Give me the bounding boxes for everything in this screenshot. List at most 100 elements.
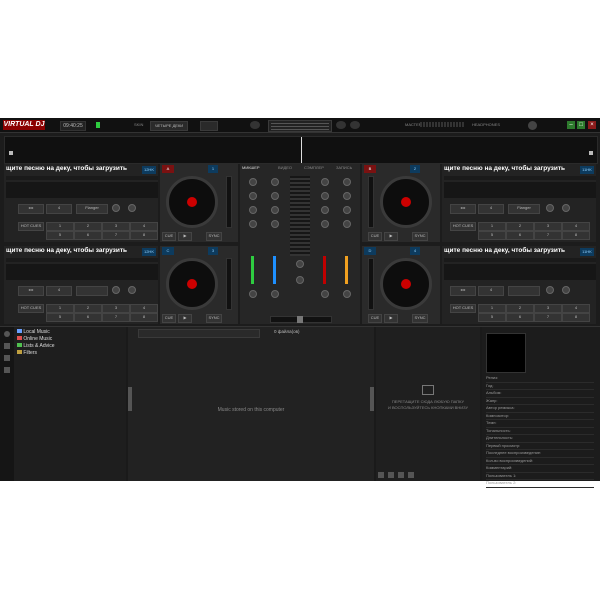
deck-c-fx-knob-1[interactable]	[112, 286, 120, 294]
channel-c-mid-knob[interactable]	[249, 206, 257, 214]
deck-b-sync-button[interactable]: SYNC	[412, 232, 428, 241]
pad-2[interactable]: 2	[506, 304, 534, 313]
pad-6[interactable]: 6	[74, 313, 102, 322]
deck-a-cue-button[interactable]: CUE	[162, 232, 176, 241]
close-button[interactable]: ×	[588, 121, 596, 129]
pad-5[interactable]: 5	[478, 313, 506, 322]
search-input[interactable]	[138, 329, 260, 338]
pad-4[interactable]: 4	[130, 222, 158, 231]
channel-d-gain-knob[interactable]	[343, 178, 351, 186]
playlist-icon[interactable]	[250, 121, 260, 129]
gear-icon[interactable]	[528, 121, 537, 130]
automix-icon[interactable]	[408, 472, 414, 478]
deck-c-loop-button[interactable]: ◂ ▸	[18, 286, 44, 296]
deck-c-play-button[interactable]: ▶	[178, 314, 192, 323]
channel-a-high-knob[interactable]	[271, 192, 279, 200]
deck-d-platter[interactable]	[380, 258, 432, 310]
pad-7[interactable]: 7	[534, 313, 562, 322]
deck-d-play-button[interactable]: ▶	[384, 314, 398, 323]
pad-3[interactable]: 3	[102, 304, 130, 313]
master-volume-knob[interactable]	[296, 260, 304, 268]
deck-c-platter[interactable]	[166, 258, 218, 310]
deck-b-fx-knob-2[interactable]	[562, 204, 570, 212]
sidebar-item-filters[interactable]: Filters	[17, 350, 37, 356]
deck-b-fx-select[interactable]: Flanger	[508, 204, 540, 214]
crossfader[interactable]	[270, 316, 332, 323]
deck-b-loop-size[interactable]: 4	[478, 204, 504, 214]
deck-d-loop-size[interactable]: 4	[478, 286, 504, 296]
channel-d-filter-knob[interactable]	[343, 290, 351, 298]
pad-2[interactable]: 2	[74, 222, 102, 231]
channel-d-low-knob[interactable]	[343, 220, 351, 228]
pad-3[interactable]: 3	[534, 222, 562, 231]
deck-d-sync-button[interactable]: SYNC	[412, 314, 428, 323]
pad-3[interactable]: 3	[534, 304, 562, 313]
sidepanel-toggle-left[interactable]	[128, 387, 132, 411]
sidebar-item-online-music[interactable]: Online Music	[17, 336, 52, 342]
deck-d-fx-knob-1[interactable]	[546, 286, 554, 294]
deck-b-cue-button[interactable]: CUE	[368, 232, 382, 241]
deck-a-fx-knob-1[interactable]	[112, 204, 120, 212]
deck-d-loop-button[interactable]: ◂ ▸	[450, 286, 476, 296]
deck-b-hotcues-label[interactable]: HOT CUES	[450, 222, 476, 231]
pad-5[interactable]: 5	[46, 313, 74, 322]
waveform-overview[interactable]	[4, 136, 598, 164]
add-icon[interactable]	[378, 472, 384, 478]
pad-8[interactable]: 8	[130, 231, 158, 240]
pad-1[interactable]: 1	[478, 222, 506, 231]
headphone-volume-knob[interactable]	[296, 276, 304, 284]
search-icon[interactable]	[4, 331, 10, 337]
channel-d-mid-knob[interactable]	[343, 206, 351, 214]
channel-b-high-knob[interactable]	[321, 192, 329, 200]
deck-a-pitch-slider[interactable]	[226, 176, 232, 228]
deck-d-pitch-slider[interactable]	[368, 258, 374, 310]
pad-7[interactable]: 7	[534, 231, 562, 240]
pad-2[interactable]: 2	[74, 304, 102, 313]
pad-1[interactable]: 1	[478, 304, 506, 313]
deck-d-cue-button[interactable]: CUE	[368, 314, 382, 323]
channel-c-low-knob[interactable]	[249, 220, 257, 228]
deck-c-hotcues-label[interactable]: HOT CUES	[18, 304, 44, 313]
deck-d-hotcues-label[interactable]: HOT CUES	[450, 304, 476, 313]
pad-1[interactable]: 1	[46, 222, 74, 231]
pad-6[interactable]: 6	[506, 313, 534, 322]
pad-7[interactable]: 7	[102, 231, 130, 240]
deck-b-pitch-slider[interactable]	[368, 176, 374, 228]
tab-mixer[interactable]: МИКШЕР	[242, 164, 260, 172]
pad-5[interactable]: 5	[478, 231, 506, 240]
channel-b-low-knob[interactable]	[321, 220, 329, 228]
deck-d-fx-knob-2[interactable]	[562, 286, 570, 294]
sampler-icon[interactable]	[388, 472, 394, 478]
channel-a-mid-knob[interactable]	[271, 206, 279, 214]
pad-5[interactable]: 5	[46, 231, 74, 240]
tab-sampler[interactable]: СЭМПЛЕР	[304, 164, 324, 172]
list-icon[interactable]	[4, 355, 10, 361]
deck-a-platter[interactable]	[166, 176, 218, 228]
pad-4[interactable]: 4	[562, 222, 590, 231]
channel-b-mid-knob[interactable]	[321, 206, 329, 214]
deck-c-pitch-slider[interactable]	[226, 258, 232, 310]
channel-b-filter-knob[interactable]	[321, 290, 329, 298]
pad-1[interactable]: 1	[46, 304, 74, 313]
deck-b-fx-knob-1[interactable]	[546, 204, 554, 212]
deck-a-fx-knob-2[interactable]	[128, 204, 136, 212]
broadcast-icon[interactable]	[350, 121, 360, 129]
channel-b-gain-knob[interactable]	[321, 178, 329, 186]
pad-6[interactable]: 6	[74, 231, 102, 240]
deck-a-loop-button[interactable]: ◂ ▸	[18, 204, 44, 214]
deck-c-loop-size[interactable]: 4	[46, 286, 72, 296]
deck-a-sync-button[interactable]: SYNC	[206, 232, 222, 241]
tab-video[interactable]: ВИДЕО	[278, 164, 292, 172]
sidebar-item-local-music[interactable]: Local Music	[17, 329, 50, 335]
history-icon[interactable]	[4, 367, 10, 373]
deck-d-fx-select[interactable]	[508, 286, 540, 296]
pad-4[interactable]: 4	[562, 304, 590, 313]
settings-dropdown[interactable]	[200, 121, 218, 131]
channel-c-volume-fader[interactable]	[251, 256, 254, 284]
deck-c-fx-knob-2[interactable]	[128, 286, 136, 294]
tab-record[interactable]: ЗАПИСЬ	[336, 164, 352, 172]
pad-6[interactable]: 6	[506, 231, 534, 240]
minimize-button[interactable]: –	[567, 121, 575, 129]
channel-a-filter-knob[interactable]	[271, 290, 279, 298]
folder-icon[interactable]	[4, 343, 10, 349]
